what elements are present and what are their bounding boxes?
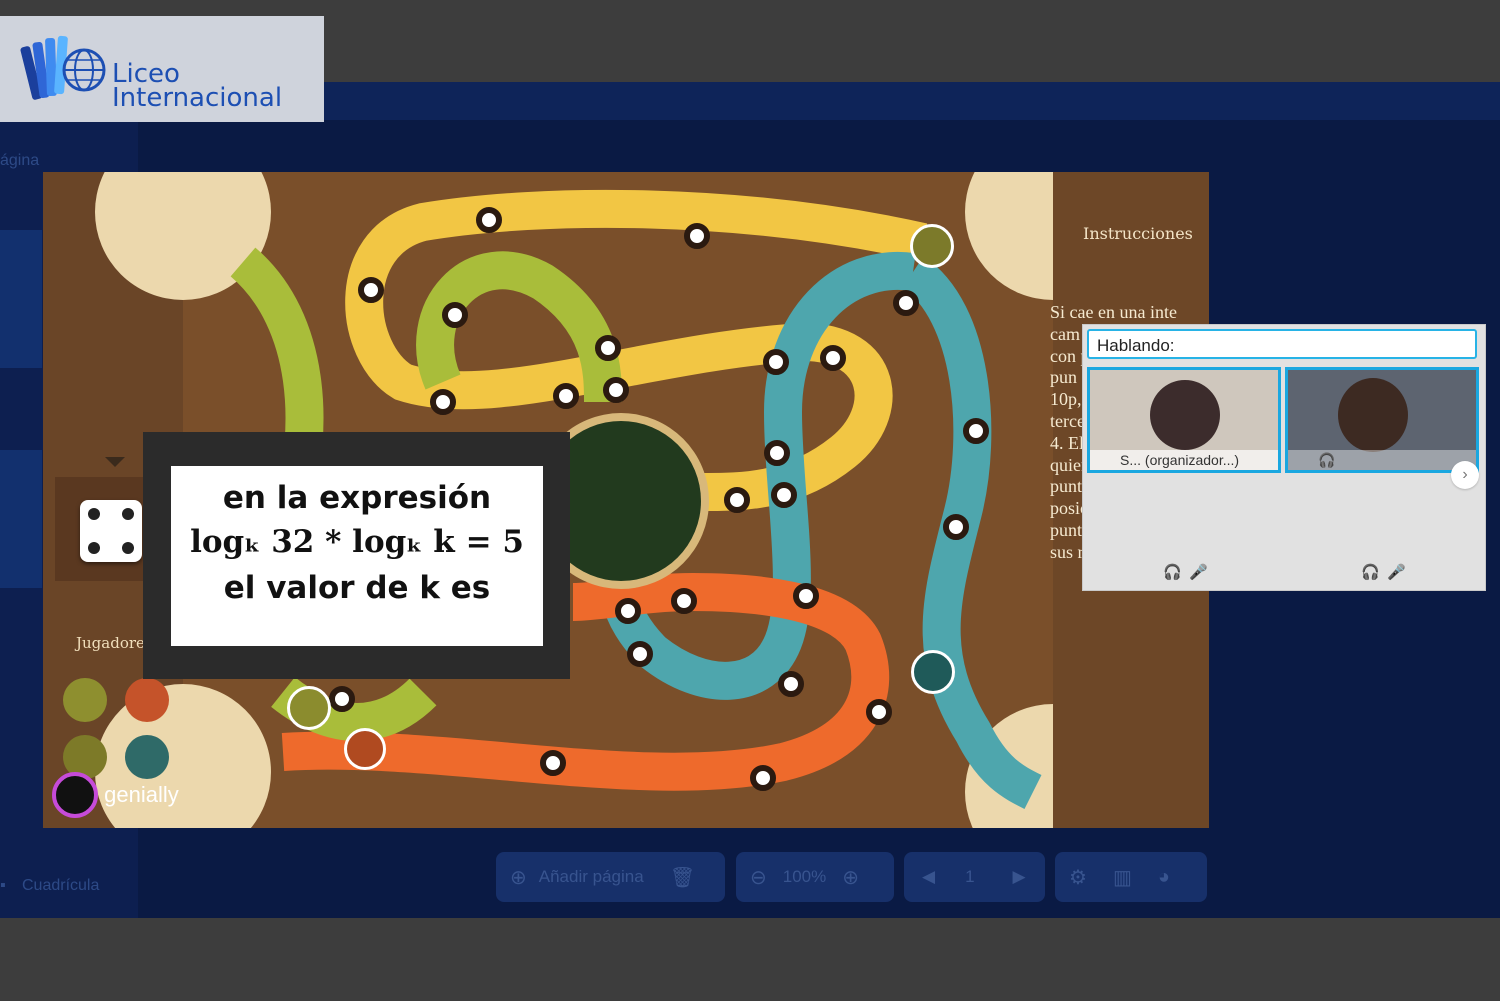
add-icon: ⊕	[510, 866, 527, 889]
question-card: en la expresión logₖ 32 * logₖ k = 5 el …	[143, 432, 570, 679]
mic-muted-icon: 🎤	[1189, 564, 1208, 581]
player-token[interactable]	[910, 224, 954, 268]
player-token[interactable]	[911, 650, 955, 694]
participant-label: S... (organizador...)	[1090, 450, 1278, 470]
logo-line2: Internacional	[112, 83, 283, 113]
page-thumbnail[interactable]	[0, 450, 42, 588]
player-token[interactable]	[287, 686, 331, 730]
zoom-toolbar: ⊖ 100% ⊕	[736, 852, 894, 902]
participant-role: (organizador...)	[1144, 452, 1240, 468]
page-toolbar: ⊕ Añadir página 🗑	[496, 852, 725, 902]
headset-icon: 🎧	[1361, 564, 1380, 581]
logo-icon	[20, 35, 106, 100]
bottom-band	[0, 918, 1500, 1001]
question-line: el valor de k es	[223, 570, 491, 606]
participant-video[interactable]: S... (organizador...)	[1087, 367, 1281, 473]
player-token[interactable]	[344, 728, 386, 770]
palette-icon[interactable]: ◕	[1158, 866, 1170, 889]
next-page-icon[interactable]: ▶	[1013, 867, 1026, 887]
genially-logo: genially	[52, 772, 179, 818]
genially-icon	[52, 772, 98, 818]
dropdown-arrow-icon[interactable]	[105, 457, 125, 467]
page-thumbnail[interactable]	[0, 230, 42, 368]
grid-icon: ▪	[0, 877, 6, 894]
mic-muted-icon: 🎤	[1387, 564, 1406, 581]
player-avatar[interactable]	[125, 678, 169, 722]
question-formula: logₖ 32 * logₖ k = 5	[190, 524, 524, 560]
zoom-level: 100%	[782, 867, 827, 886]
headset-icon: 🎧	[1163, 564, 1182, 581]
players-label: Jugadore	[76, 634, 145, 652]
page-nav-toolbar: ◀ 1 ▶	[904, 852, 1045, 902]
prev-page-icon[interactable]: ◀	[922, 867, 935, 887]
view-toolbar: ⚙ ▥ ◕	[1055, 852, 1207, 902]
zoom-in-icon[interactable]: ⊕	[842, 865, 859, 890]
genially-brand: genially	[104, 782, 179, 807]
zoom-out-icon[interactable]: ⊖	[750, 865, 767, 890]
dice-icon[interactable]	[80, 500, 142, 562]
participant-avatar	[1150, 380, 1220, 450]
instructions-title[interactable]: Instrucciones	[1083, 224, 1193, 243]
page-hint: ágina	[0, 152, 40, 169]
participant-video[interactable]: 🎧	[1285, 367, 1479, 473]
trash-icon[interactable]: 🗑	[670, 865, 695, 890]
add-page-button[interactable]: Añadir página	[539, 867, 644, 887]
layout-icon[interactable]: ▥	[1113, 865, 1132, 890]
chevron-right-icon[interactable]: ›	[1451, 461, 1479, 489]
headset-icon: 🎧	[1288, 450, 1476, 470]
player-avatar[interactable]	[63, 678, 107, 722]
video-call-panel: Hablando: S... (organizador...) 🎧 › 🎧 🎤 …	[1082, 324, 1486, 591]
question-line: en la expresión	[222, 480, 492, 516]
question-content: en la expresión logₖ 32 * logₖ k = 5 el …	[171, 466, 543, 646]
participant-name: S...	[1120, 452, 1142, 468]
settings-icon[interactable]: ⚙	[1069, 865, 1087, 890]
participant-avatar	[1338, 378, 1408, 452]
speaking-indicator: Hablando:	[1087, 329, 1477, 359]
brand-logo: Liceo Internacional	[0, 16, 324, 122]
grid-toggle[interactable]: Cuadrícula	[22, 877, 99, 895]
page-number: 1	[965, 867, 975, 886]
